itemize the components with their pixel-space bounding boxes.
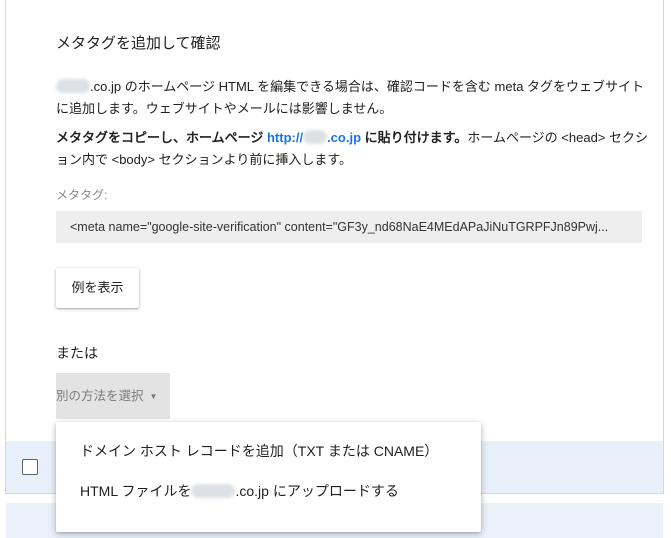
homepage-link-prefix: http:// — [266, 130, 304, 145]
verification-heading: メタタグを追加して確認 — [56, 35, 221, 52]
meta-tag-field[interactable]: <meta name="google-site-verification" co… — [56, 211, 642, 243]
alternate-method-select[interactable]: 別の方法を選択 ▼ — [56, 373, 170, 419]
card-left-border — [5, 0, 6, 494]
instruction-paragraph: メタタグをコピーし、ホームページ http://.co.jp に貼り付けます。ホ… — [56, 127, 651, 171]
homepage-link-suffix: .co.jp — [327, 130, 362, 145]
intro-paragraph: .co.jp のホームページ HTML を編集できる場合は、確認コードを含む m… — [56, 76, 651, 120]
instruction-bold-prefix: メタタグをコピーし、ホームページ — [56, 130, 267, 145]
redacted-domain — [191, 484, 236, 498]
menu-item-upload-prefix: HTML ファイルを — [80, 483, 192, 499]
card-right-border — [663, 0, 664, 494]
menu-item-add-dns-record[interactable]: ドメイン ホスト レコードを追加（TXT または CNAME） — [80, 441, 438, 461]
intro-text: のホームページ HTML を編集できる場合は、確認コードを含む meta タグを… — [56, 79, 645, 116]
redacted-domain — [56, 79, 90, 93]
menu-item-upload-suffix: .co.jp にアップロードする — [235, 483, 399, 499]
or-label: または — [56, 345, 98, 361]
homepage-link[interactable]: http:// .co.jp — [267, 130, 361, 145]
meta-tag-label: メタタグ: — [56, 188, 108, 202]
alternate-method-select-label: 別の方法を選択 — [56, 389, 144, 403]
show-example-button[interactable]: 例を表示 — [56, 268, 139, 308]
redacted-domain — [303, 130, 328, 144]
intro-domain-suffix: .co.jp — [90, 79, 122, 94]
row-checkbox[interactable] — [22, 459, 38, 475]
caret-down-icon: ▼ — [149, 392, 158, 401]
method-dropdown-menu: ドメイン ホスト レコードを追加（TXT または CNAME） HTML ファイ… — [56, 422, 481, 532]
menu-item-upload-html-file[interactable]: HTML ファイルを .co.jp にアップロードする — [80, 481, 399, 501]
instruction-bold-suffix: に貼り付けます。 — [361, 130, 468, 145]
